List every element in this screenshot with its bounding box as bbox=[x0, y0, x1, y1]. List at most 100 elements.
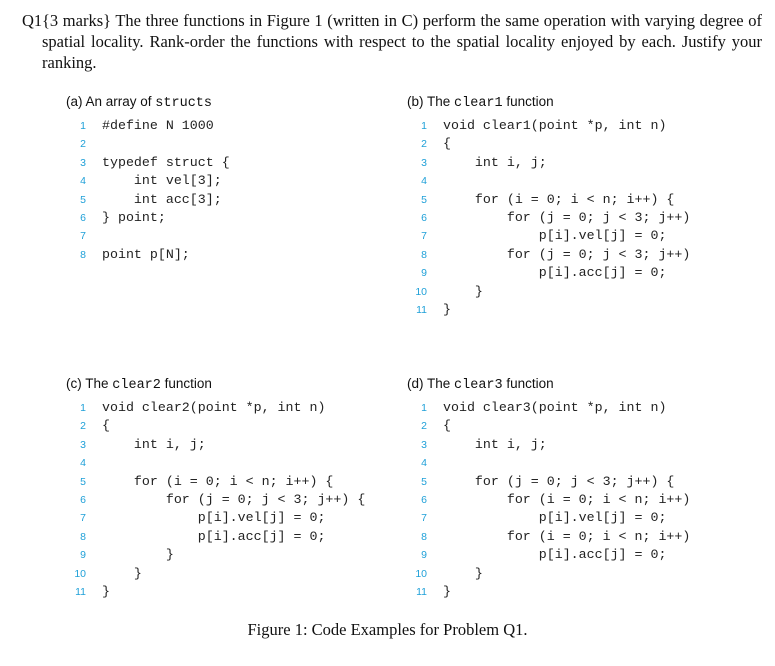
code-text: int i, j; bbox=[443, 436, 547, 452]
line-number: 9 bbox=[421, 267, 427, 280]
line-number: 8 bbox=[421, 530, 427, 543]
code-line: 2{ bbox=[407, 417, 737, 435]
code-text: } bbox=[443, 583, 451, 599]
code-text: p[i].vel[j] = 0; bbox=[102, 510, 326, 526]
line-number: 4 bbox=[80, 175, 86, 188]
code-line: 8 for (j = 0; j < 3; j++) bbox=[407, 246, 737, 264]
line-number: 7 bbox=[421, 230, 427, 243]
code-line: 1 void clear2(point *p, int n) bbox=[66, 399, 396, 417]
line-number: 9 bbox=[421, 549, 427, 562]
code-text: } bbox=[102, 565, 142, 581]
panel-title: (c) The clear2 function bbox=[66, 374, 396, 394]
line-number: 4 bbox=[80, 457, 86, 470]
panel-title: (b) The clear1 function bbox=[407, 92, 737, 112]
code-text: for (i = 0; i < n; i++) { bbox=[443, 191, 675, 207]
line-number: 7 bbox=[80, 512, 86, 525]
line-number: 2 bbox=[421, 138, 427, 151]
code-text: } bbox=[102, 583, 110, 599]
code-line: 11} bbox=[407, 583, 737, 601]
code-line: 2{ bbox=[66, 417, 396, 435]
line-number: 5 bbox=[80, 193, 86, 206]
line-number: 3 bbox=[421, 438, 427, 451]
code-text: } bbox=[443, 565, 483, 581]
code-line: 11} bbox=[66, 583, 396, 601]
code-text: for (j = 0; j < 3; j++) { bbox=[102, 491, 366, 507]
question-number: Q1 bbox=[22, 11, 43, 30]
code-text: p[i].acc[j] = 0; bbox=[443, 265, 667, 281]
code-text: } bbox=[443, 301, 451, 317]
code-line: 11} bbox=[407, 301, 737, 319]
line-number: 5 bbox=[421, 475, 427, 488]
code-line: 8 p[i].acc[j] = 0; bbox=[66, 528, 396, 546]
code-line: 4 int vel[3]; bbox=[66, 172, 386, 190]
line-number: 10 bbox=[415, 567, 427, 580]
code-text: { bbox=[102, 418, 110, 434]
code-text: typedef struct { bbox=[102, 154, 230, 170]
code-text: int i, j; bbox=[102, 436, 206, 452]
code-text: int acc[3]; bbox=[102, 191, 222, 207]
line-number: 2 bbox=[80, 138, 86, 151]
code-line: 3 int i, j; bbox=[407, 436, 737, 454]
code-line: 6 } point; bbox=[66, 209, 386, 227]
panel-b-clear1: (b) The clear1 function 1 void clear1(poi… bbox=[407, 92, 737, 319]
code-line: 1 #define N 1000 bbox=[66, 117, 386, 135]
code-text: for (j = 0; j < 3; j++) { bbox=[443, 473, 675, 489]
code-text: } point; bbox=[102, 209, 166, 225]
panel-title: (d) The clear3 function bbox=[407, 374, 737, 394]
code-listing: 1 void clear2(point *p, int n) 2{3 int i, … bbox=[66, 399, 396, 601]
code-text: p[i].acc[j] = 0; bbox=[443, 547, 667, 563]
line-number: 6 bbox=[80, 211, 86, 224]
line-number: 1 bbox=[80, 402, 86, 414]
code-text: } bbox=[102, 547, 174, 563]
code-line: 5 int acc[3]; bbox=[66, 191, 386, 209]
panel-title-prefix: (a) An array of bbox=[66, 94, 156, 109]
code-line: 4 bbox=[407, 454, 737, 472]
code-line: 7 p[i].vel[j] = 0; bbox=[66, 509, 396, 527]
code-line: 9 } bbox=[66, 546, 396, 564]
line-number: 2 bbox=[421, 420, 427, 433]
line-number: 1 bbox=[421, 120, 427, 132]
line-number: 5 bbox=[421, 193, 427, 206]
code-text: int i, j; bbox=[443, 154, 547, 170]
line-number: 1 bbox=[421, 402, 427, 414]
code-line: 3 int i, j; bbox=[407, 154, 737, 172]
code-line: 5 for (i = 0; i < n; i++) { bbox=[66, 473, 396, 491]
code-line: 5 for (i = 0; i < n; i++) { bbox=[407, 191, 737, 209]
code-line: 5 for (j = 0; j < 3; j++) { bbox=[407, 473, 737, 491]
code-line: 9 p[i].acc[j] = 0; bbox=[407, 264, 737, 282]
panel-c-clear2: (c) The clear2 function 1 void clear2(poi… bbox=[66, 374, 396, 601]
line-number: 3 bbox=[80, 156, 86, 169]
line-number: 4 bbox=[421, 175, 427, 188]
line-number: 9 bbox=[80, 549, 86, 562]
code-text: for (i = 0; i < n; i++) { bbox=[102, 473, 334, 489]
panel-a-array-of-structs: (a) An array of structs 1 #define N 1000 2… bbox=[66, 92, 386, 264]
code-line: 8 for (i = 0; i < n; i++) bbox=[407, 528, 737, 546]
code-line: 3 int i, j; bbox=[66, 436, 396, 454]
code-line: 6 for (i = 0; i < n; i++) bbox=[407, 491, 737, 509]
code-text: void clear2(point *p, int n) bbox=[102, 400, 326, 415]
code-line: 9 p[i].acc[j] = 0; bbox=[407, 546, 737, 564]
line-number: 11 bbox=[416, 585, 427, 598]
code-text: for (j = 0; j < 3; j++) bbox=[443, 209, 691, 225]
line-number: 6 bbox=[421, 211, 427, 224]
code-line: 2 bbox=[66, 135, 386, 153]
line-number: 10 bbox=[74, 567, 86, 580]
panel-title-suffix: function bbox=[502, 94, 554, 109]
code-text: p[i].vel[j] = 0; bbox=[443, 228, 667, 244]
code-listing: 1 void clear3(point *p, int n) 2{3 int i, … bbox=[407, 399, 737, 601]
figure-caption: Figure 1: Code Examples for Problem Q1. bbox=[247, 620, 528, 639]
code-text: void clear3(point *p, int n) bbox=[443, 400, 667, 415]
line-number: 7 bbox=[80, 230, 86, 243]
code-text: for (i = 0; i < n; i++) bbox=[443, 528, 691, 544]
code-text: { bbox=[443, 136, 451, 152]
code-line: 1 void clear3(point *p, int n) bbox=[407, 399, 737, 417]
question-block: Q1 {3 marks} The three functions in Figu… bbox=[22, 10, 762, 73]
code-line: 10 } bbox=[66, 565, 396, 583]
code-line: 10 } bbox=[407, 565, 737, 583]
code-line: 7 p[i].vel[j] = 0; bbox=[407, 227, 737, 245]
line-number: 8 bbox=[421, 248, 427, 261]
panel-title-code: clear3 bbox=[454, 378, 503, 393]
code-text: for (j = 0; j < 3; j++) bbox=[443, 246, 691, 262]
line-number: 1 bbox=[80, 120, 86, 132]
code-line: 10 } bbox=[407, 283, 737, 301]
